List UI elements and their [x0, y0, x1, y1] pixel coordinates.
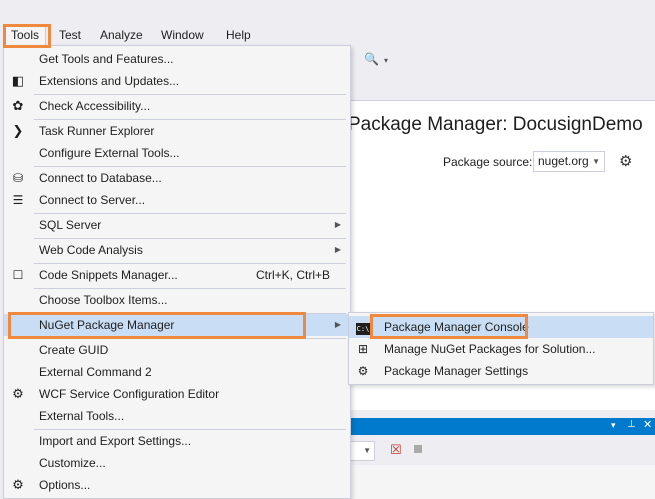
submenu-arrow-icon: ▶ — [334, 320, 341, 329]
menu-item-customize[interactable]: Customize... — [4, 452, 350, 474]
menu-item-label: Extensions and Updates... — [39, 74, 180, 88]
menu-item-connect-database[interactable]: ⛁ Connect to Database... — [4, 167, 350, 189]
menu-item-extensions[interactable]: ◧ Extensions and Updates... — [4, 70, 350, 92]
menu-item-label: Code Snippets Manager... — [39, 268, 178, 282]
menu-item-external-tools[interactable]: External Tools... — [4, 405, 350, 427]
chevron-right-icon: ❯ — [12, 123, 24, 138]
submenu-arrow-icon: ▶ — [334, 220, 341, 229]
close-icon[interactable]: ✕ — [643, 418, 652, 431]
accessibility-icon: ✿ — [12, 98, 24, 113]
menu-item-label: NuGet Package Manager — [39, 318, 175, 332]
menu-item-label: Task Runner Explorer — [39, 124, 155, 138]
panel-select[interactable]: ▼ — [350, 441, 375, 461]
menu-item-label: Web Code Analysis — [39, 243, 143, 257]
menu-item-choose-toolbox[interactable]: Choose Toolbox Items... — [4, 289, 350, 311]
menu-item-external-command-2[interactable]: External Command 2 — [4, 361, 350, 383]
menu-analyze[interactable]: Analyze — [94, 25, 149, 46]
menu-item-label: External Tools... — [39, 409, 125, 423]
toolbar: 🔍 ▾ — [350, 46, 655, 74]
menu-item-label: Get Tools and Features... — [39, 52, 174, 66]
menu-item-get-tools[interactable]: Get Tools and Features... — [4, 48, 350, 70]
wcf-gear-icon: ⚙ — [12, 386, 24, 401]
gear-icon: ⚙ — [357, 364, 369, 378]
menu-item-task-runner[interactable]: ❯ Task Runner Explorer — [4, 120, 350, 142]
bottom-panel-toolbar: ▼ ☒ — [350, 435, 655, 465]
menu-window-label: Window — [161, 28, 204, 42]
toolbar-dropdown-icon[interactable]: ▾ — [384, 56, 388, 65]
extensions-icon: ◧ — [11, 73, 25, 88]
menu-item-web-code-analysis[interactable]: Web Code Analysis ▶ — [4, 239, 350, 261]
bottom-panel-titlebar: ▾ ⊥ ✕ — [350, 418, 655, 435]
menu-help-label: Help — [226, 28, 251, 42]
menu-window[interactable]: Window — [155, 25, 210, 46]
menu-item-import-export[interactable]: Import and Export Settings... — [4, 430, 350, 452]
nuget-submenu: C:\ Package Manager Console ⊞ Manage NuG… — [348, 312, 654, 385]
menu-item-options[interactable]: ⚙ Options... — [4, 474, 350, 496]
menu-item-connect-server[interactable]: ☰ Connect to Server... — [4, 189, 350, 211]
menu-item-package-manager-settings[interactable]: ⚙ Package Manager Settings — [349, 360, 653, 382]
pin-icon[interactable]: ⊥ — [627, 419, 636, 430]
gear-icon: ⚙ — [12, 477, 24, 492]
server-connect-icon: ☰ — [12, 193, 24, 207]
menu-item-package-manager-console[interactable]: C:\ Package Manager Console — [349, 316, 653, 338]
menu-item-label: Package Manager Console — [384, 320, 529, 334]
menu-item-configure-external-tools[interactable]: Configure External Tools... — [4, 142, 350, 164]
submenu-arrow-icon: ▶ — [334, 245, 341, 254]
menu-item-label: Create GUID — [39, 343, 109, 357]
menu-item-label: Connect to Server... — [39, 193, 146, 207]
package-source-value: nuget.org — [538, 154, 589, 168]
menu-item-sql-server[interactable]: SQL Server ▶ — [4, 214, 350, 236]
package-source-label: Package source: — [443, 155, 533, 169]
menu-analyze-label: Analyze — [100, 28, 143, 42]
menu-help[interactable]: Help — [220, 25, 257, 46]
menu-item-wcf-editor[interactable]: ⚙ WCF Service Configuration Editor — [4, 383, 350, 405]
chevron-down-icon: ▼ — [592, 157, 600, 166]
menu-test-label: Test — [59, 28, 82, 42]
menu-item-label: Connect to Database... — [39, 171, 162, 185]
menu-item-label: External Command 2 — [39, 365, 152, 379]
snippet-icon: ☐ — [12, 268, 24, 282]
panel-dropdown-icon[interactable]: ▾ — [611, 420, 616, 431]
menu-item-label: Manage NuGet Packages for Solution... — [384, 342, 596, 356]
page-title: Package Manager: DocusignDemo — [348, 114, 643, 135]
menu-tools[interactable]: Tools — [4, 25, 47, 46]
menu-tools-label: Tools — [11, 28, 40, 42]
database-connect-icon: ⛁ — [12, 171, 24, 185]
menu-item-nuget-package-manager[interactable]: NuGet Package Manager ▶ — [4, 314, 350, 336]
menu-item-label: Customize... — [39, 456, 106, 470]
nuget-packages-icon: ⊞ — [357, 342, 369, 356]
menu-item-label: Configure External Tools... — [39, 146, 180, 160]
clear-icon[interactable]: ☒ — [390, 442, 402, 458]
menu-item-label: Check Accessibility... — [39, 99, 151, 113]
menu-item-shortcut: Ctrl+K, Ctrl+B — [256, 268, 331, 282]
menu-item-manage-nuget-packages[interactable]: ⊞ Manage NuGet Packages for Solution... — [349, 338, 653, 360]
package-source-select[interactable]: nuget.org ▼ — [533, 151, 605, 172]
menu-item-label: Choose Toolbox Items... — [39, 293, 168, 307]
find-icon[interactable]: 🔍 — [364, 52, 379, 66]
menu-item-label: WCF Service Configuration Editor — [39, 387, 220, 401]
menu-item-label: Package Manager Settings — [384, 364, 529, 378]
menu-bar: Tools Test Analyze Window Help — [0, 25, 655, 46]
chevron-down-icon: ▼ — [363, 446, 371, 455]
menu-item-code-snippets[interactable]: ☐ Code Snippets Manager... Ctrl+K, Ctrl+… — [4, 264, 350, 286]
menu-item-label: Import and Export Settings... — [39, 434, 192, 448]
menu-item-check-accessibility[interactable]: ✿ Check Accessibility... — [4, 95, 350, 117]
menu-item-create-guid[interactable]: Create GUID — [4, 339, 350, 361]
console-output[interactable] — [350, 465, 655, 499]
menu-item-label: SQL Server — [39, 218, 102, 232]
stop-icon[interactable] — [414, 445, 422, 453]
console-icon: C:\ — [356, 323, 370, 335]
menu-test[interactable]: Test — [53, 25, 87, 46]
menu-item-label: Options... — [39, 478, 91, 492]
tools-menu: Get Tools and Features... ◧ Extensions a… — [3, 45, 351, 499]
settings-gear-icon[interactable]: ⚙ — [619, 152, 632, 170]
